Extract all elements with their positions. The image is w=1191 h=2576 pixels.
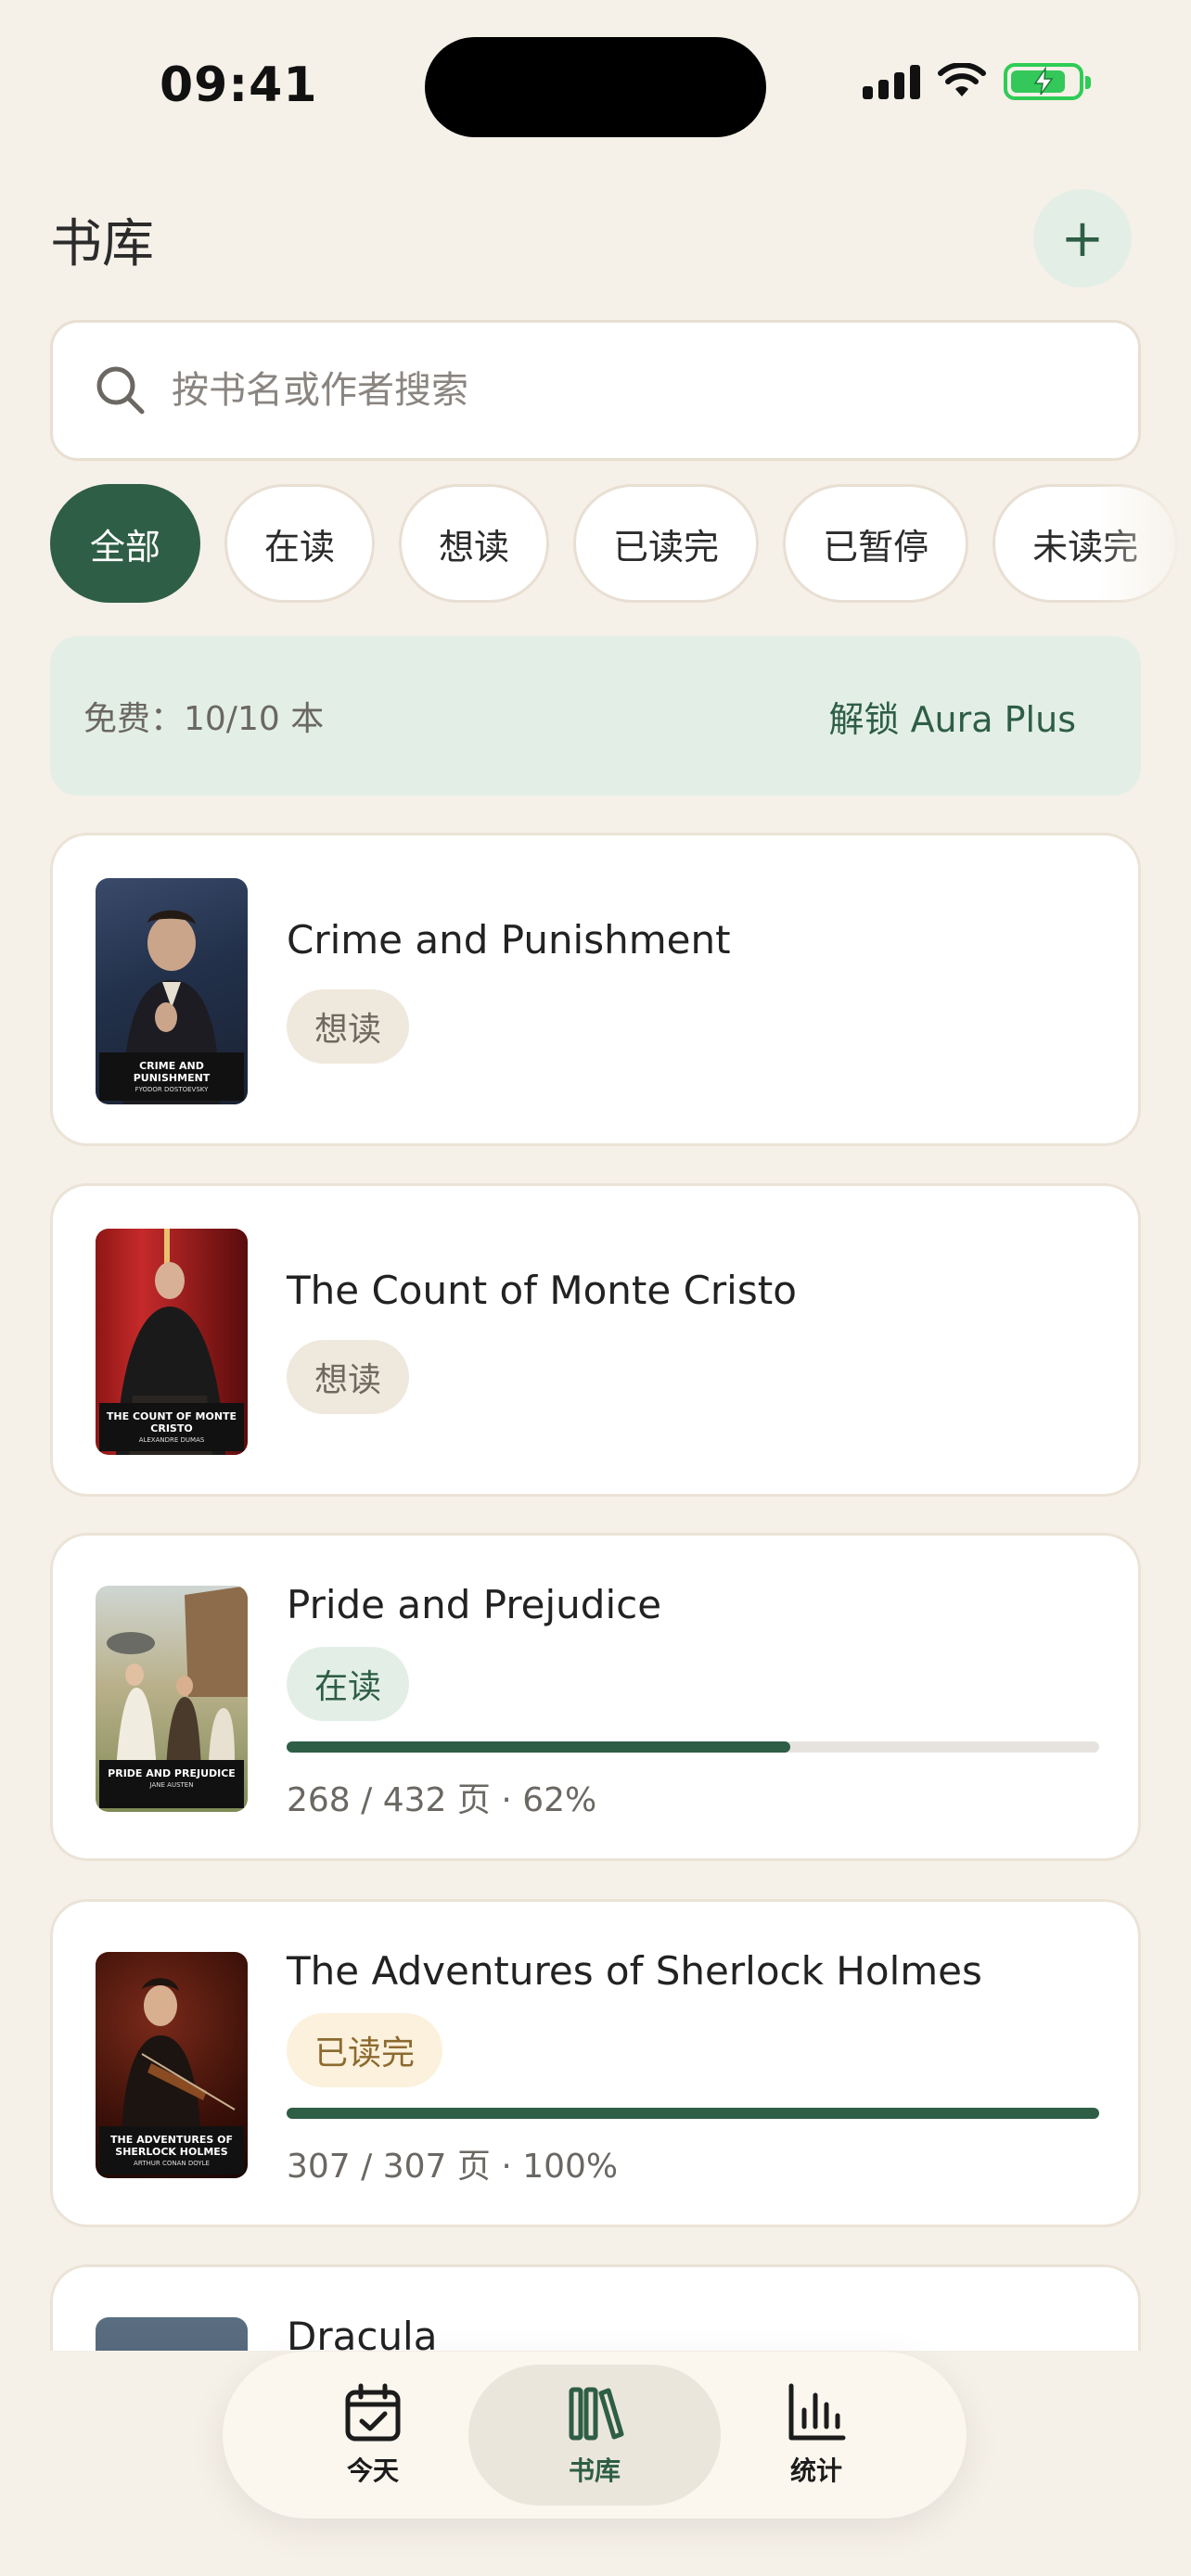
quota-text: 免费：10/10 本 bbox=[83, 700, 325, 738]
status-bar: 09:41 bbox=[0, 0, 1191, 176]
status-badge: 想读 bbox=[287, 989, 410, 1064]
book-title: Pride and Prejudice bbox=[287, 1582, 662, 1627]
reading-progress-bar bbox=[287, 2108, 1099, 2119]
wifi-icon bbox=[938, 63, 986, 96]
cover-caption: THE ADVENTURES OF SHERLOCK HOLMES ARTHUR … bbox=[99, 2126, 244, 2174]
tab-stats[interactable]: 统计 bbox=[690, 2365, 942, 2506]
book-title: Crime and Punishment bbox=[287, 917, 731, 963]
tab-label: 书库 bbox=[568, 2455, 621, 2486]
filter-chip-finished[interactable]: 已读完 bbox=[573, 484, 760, 603]
add-book-button[interactable]: + bbox=[1033, 189, 1132, 287]
progress-text: 268 / 432 页 · 62% bbox=[287, 1781, 597, 1819]
book-card[interactable]: CRIME AND PUNISHMENT FYODOR DOSTOEVSKY Cr… bbox=[50, 833, 1141, 1146]
status-time: 09:41 bbox=[160, 57, 318, 113]
books-icon bbox=[569, 2387, 624, 2441]
chips-fade-overlay bbox=[1098, 484, 1191, 605]
dynamic-island bbox=[425, 37, 766, 137]
cover-caption: PRIDE AND PREJUDICE JANE AUSTEN bbox=[99, 1760, 244, 1808]
battery-charging-icon bbox=[1004, 63, 1091, 100]
quota-banner: 免费：10/10 本 解锁 Aura Plus bbox=[50, 636, 1141, 796]
search-icon bbox=[96, 366, 145, 414]
status-badge: 在读 bbox=[287, 1647, 410, 1721]
status-badge: 已读完 bbox=[287, 2013, 443, 2087]
filter-chip-all[interactable]: 全部 bbox=[50, 484, 201, 603]
tab-label: 统计 bbox=[789, 2455, 842, 2486]
cover-caption: THE COUNT OF MONTE CRISTO ALEXANDRE DUMAS bbox=[99, 1403, 244, 1451]
tab-library[interactable]: 书库 bbox=[468, 2365, 721, 2506]
book-title: The Adventures of Sherlock Holmes bbox=[287, 1948, 982, 1994]
book-cover: PRIDE AND PREJUDICE JANE AUSTEN bbox=[96, 1586, 248, 1812]
book-cover: THE ADVENTURES OF SHERLOCK HOLMES ARTHUR … bbox=[96, 1952, 248, 2178]
book-title: The Count of Monte Cristo bbox=[287, 1268, 797, 1313]
bottom-tab-bar: 今天 书库 统计 bbox=[223, 2352, 967, 2519]
progress-fill bbox=[287, 1741, 791, 1753]
tab-today[interactable]: 今天 bbox=[247, 2365, 499, 2506]
progress-fill bbox=[287, 2108, 1099, 2119]
filter-chip-want[interactable]: 想读 bbox=[399, 484, 550, 603]
filter-chips: 全部 在读 想读 已读完 已暂停 未读完 bbox=[50, 484, 1191, 605]
calendar-check-icon bbox=[345, 2383, 401, 2442]
book-card[interactable]: THE COUNT OF MONTE CRISTO ALEXANDRE DUMAS… bbox=[50, 1183, 1141, 1497]
search-bar[interactable] bbox=[50, 320, 1141, 461]
book-cover: THE COUNT OF MONTE CRISTO ALEXANDRE DUMAS bbox=[96, 1229, 248, 1455]
book-card[interactable]: THE ADVENTURES OF SHERLOCK HOLMES ARTHUR … bbox=[50, 1899, 1141, 2227]
cover-caption: CRIME AND PUNISHMENT FYODOR DOSTOEVSKY bbox=[99, 1052, 244, 1101]
progress-text: 307 / 307 页 · 100% bbox=[287, 2148, 619, 2186]
search-input[interactable] bbox=[172, 369, 1006, 412]
cellular-signal-icon bbox=[863, 64, 920, 99]
filter-chip-paused[interactable]: 已暂停 bbox=[783, 484, 969, 603]
status-icons bbox=[863, 63, 1091, 100]
filter-chip-reading[interactable]: 在读 bbox=[224, 484, 376, 603]
page-title: 书库 bbox=[50, 214, 154, 274]
plus-icon: + bbox=[1060, 208, 1105, 269]
reading-progress-bar bbox=[287, 1741, 1099, 1753]
status-badge: 想读 bbox=[287, 1340, 410, 1414]
unlock-plus-link[interactable]: 解锁 Aura Plus bbox=[828, 691, 1076, 742]
tab-label: 今天 bbox=[346, 2455, 399, 2486]
book-card[interactable]: PRIDE AND PREJUDICE JANE AUSTEN Pride and… bbox=[50, 1533, 1141, 1861]
bar-chart-icon bbox=[788, 2383, 846, 2441]
book-cover: CRIME AND PUNISHMENT FYODOR DOSTOEVSKY bbox=[96, 878, 248, 1104]
